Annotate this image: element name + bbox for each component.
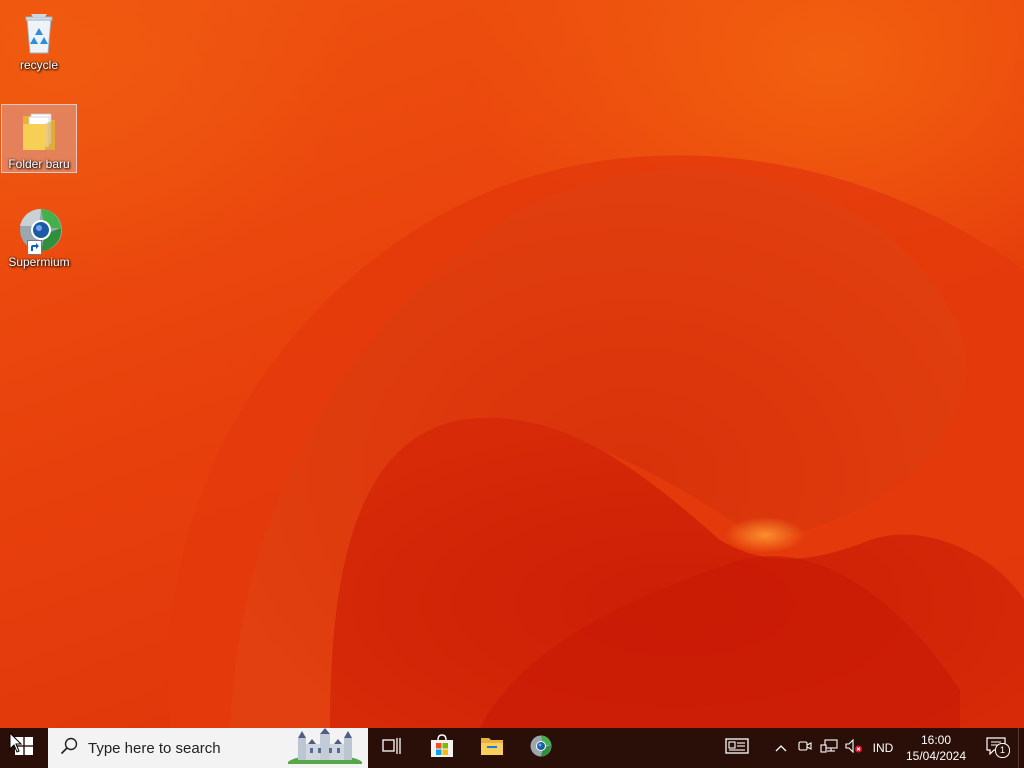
desktop-icon-label: Supermium [8, 255, 70, 269]
supermium-browser-icon [15, 206, 63, 255]
desktop-icon-label: recycle [19, 58, 58, 72]
volume-muted-icon [845, 738, 863, 758]
clock[interactable]: 16:00 15/04/2024 [898, 728, 974, 768]
volume-button[interactable] [842, 728, 866, 768]
news-widget-icon [725, 737, 749, 759]
desktop-icon-label: Folder baru [8, 157, 70, 171]
folder-icon [15, 108, 63, 156]
meet-now-icon [798, 739, 812, 758]
chevron-up-icon [775, 739, 787, 757]
desktop-wallpaper [0, 0, 1024, 728]
desktop-icon-recycle[interactable]: recycle [1, 6, 77, 72]
search-box[interactable]: Type here to search [48, 728, 368, 768]
supermium-taskbar-button[interactable] [520, 728, 562, 768]
clock-date: 15/04/2024 [905, 749, 967, 763]
notifications-button[interactable]: 1 [978, 728, 1014, 768]
show-hidden-icons-button[interactable] [770, 728, 792, 768]
folder-icon [480, 735, 504, 762]
task-view-button[interactable] [372, 728, 412, 768]
language-indicator[interactable]: IND [868, 728, 898, 768]
search-icon [60, 737, 78, 759]
network-button[interactable] [817, 728, 841, 768]
notification-count-badge: 1 [995, 742, 1010, 758]
supermium-browser-icon [529, 734, 553, 763]
shortcut-arrow-icon [27, 240, 42, 255]
microsoft-store-button[interactable] [422, 728, 462, 768]
search-placeholder: Type here to search [88, 739, 221, 757]
language-label: IND [872, 741, 894, 755]
notifications-icon: 1 [986, 736, 1010, 760]
search-highlight-castle-icon [287, 728, 363, 768]
desktop-icon-supermium[interactable]: Supermium [1, 203, 77, 272]
desktop-icon-folder-baru[interactable]: Folder baru [1, 104, 77, 173]
show-desktop-button[interactable] [1018, 728, 1024, 768]
task-view-icon [382, 737, 402, 760]
store-icon [429, 733, 455, 764]
news-widget-button[interactable] [720, 728, 754, 768]
mouse-cursor-icon [9, 731, 23, 759]
recycle-bin-icon [15, 9, 63, 57]
network-icon [820, 738, 838, 758]
start-button[interactable] [0, 728, 48, 768]
taskbar: Type here to search IND 16:00 15/04/2024… [0, 728, 1024, 768]
file-explorer-button[interactable] [472, 728, 512, 768]
clock-time: 16:00 [920, 733, 952, 747]
meet-now-button[interactable] [794, 728, 816, 768]
